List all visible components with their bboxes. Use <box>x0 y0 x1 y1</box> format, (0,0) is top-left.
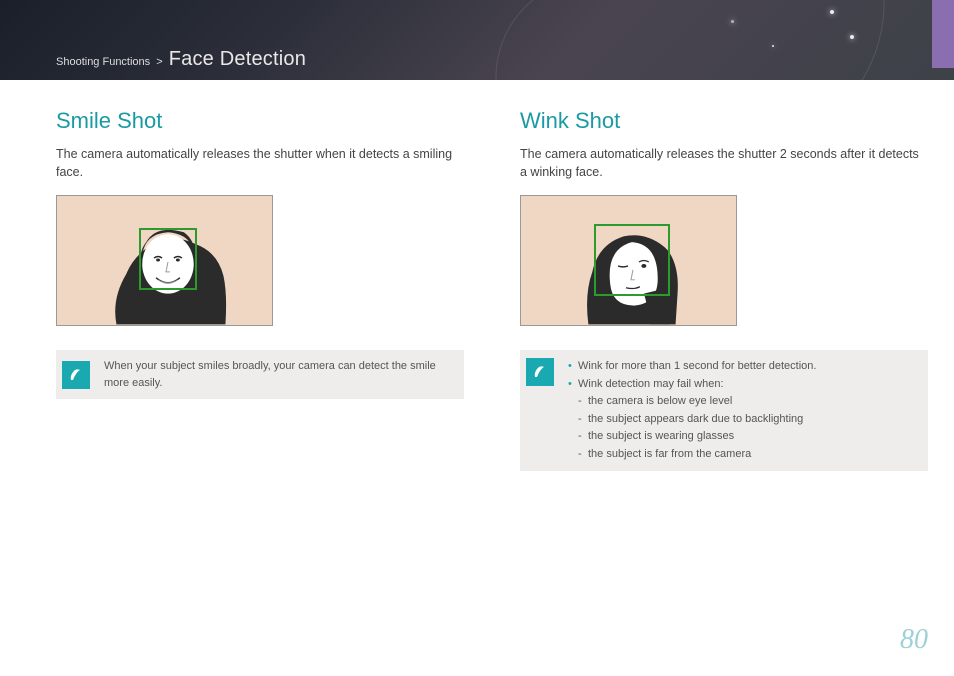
face-detection-box <box>139 228 197 290</box>
breadcrumb-separator: > <box>156 56 162 68</box>
breadcrumb: Shooting Functions > Face Detection <box>56 48 306 71</box>
note-box-wink: Wink for more than 1 second for better d… <box>520 350 928 471</box>
content-area: Smile Shot The camera automatically rele… <box>0 80 954 471</box>
note-sub-list: the camera is below eye level the subjec… <box>578 393 816 462</box>
note-icon <box>526 358 554 386</box>
body-smile-shot: The camera automatically releases the sh… <box>56 146 456 181</box>
heading-wink-shot: Wink Shot <box>520 108 928 134</box>
page-number: 80 <box>900 624 928 656</box>
note-text-smile: When your subject smiles broadly, your c… <box>104 358 452 391</box>
list-item: the subject is far from the camera <box>578 446 816 463</box>
breadcrumb-parent: Shooting Functions <box>56 56 150 68</box>
sparkle-icon <box>772 45 774 47</box>
list-item: Wink detection may fail when: the camera… <box>568 376 816 463</box>
list-item: Wink for more than 1 second for better d… <box>568 358 816 375</box>
note-text-wink: Wink for more than 1 second for better d… <box>568 358 816 463</box>
list-item-label: Wink detection may fail when: <box>578 378 724 390</box>
note-icon <box>62 361 90 389</box>
sparkle-icon <box>731 20 734 23</box>
list-item: the subject is wearing glasses <box>578 428 816 445</box>
decorative-swirl <box>480 0 909 80</box>
sparkle-icon <box>830 10 834 14</box>
list-item: the subject appears dark due to backligh… <box>578 411 816 428</box>
note-bullet-list: Wink for more than 1 second for better d… <box>568 358 816 462</box>
note-box-smile: When your subject smiles broadly, your c… <box>56 350 464 399</box>
illustration-wink <box>520 195 737 326</box>
side-tab <box>932 0 954 68</box>
face-detection-box <box>594 224 670 296</box>
column-wink-shot: Wink Shot The camera automatically relea… <box>520 108 928 471</box>
page-header: Shooting Functions > Face Detection <box>0 0 954 80</box>
list-item: the camera is below eye level <box>578 393 816 410</box>
illustration-smile <box>56 195 273 326</box>
page-title: Face Detection <box>169 48 306 70</box>
body-wink-shot: The camera automatically releases the sh… <box>520 146 920 181</box>
sparkle-icon <box>850 35 854 39</box>
column-smile-shot: Smile Shot The camera automatically rele… <box>56 108 464 471</box>
heading-smile-shot: Smile Shot <box>56 108 464 134</box>
